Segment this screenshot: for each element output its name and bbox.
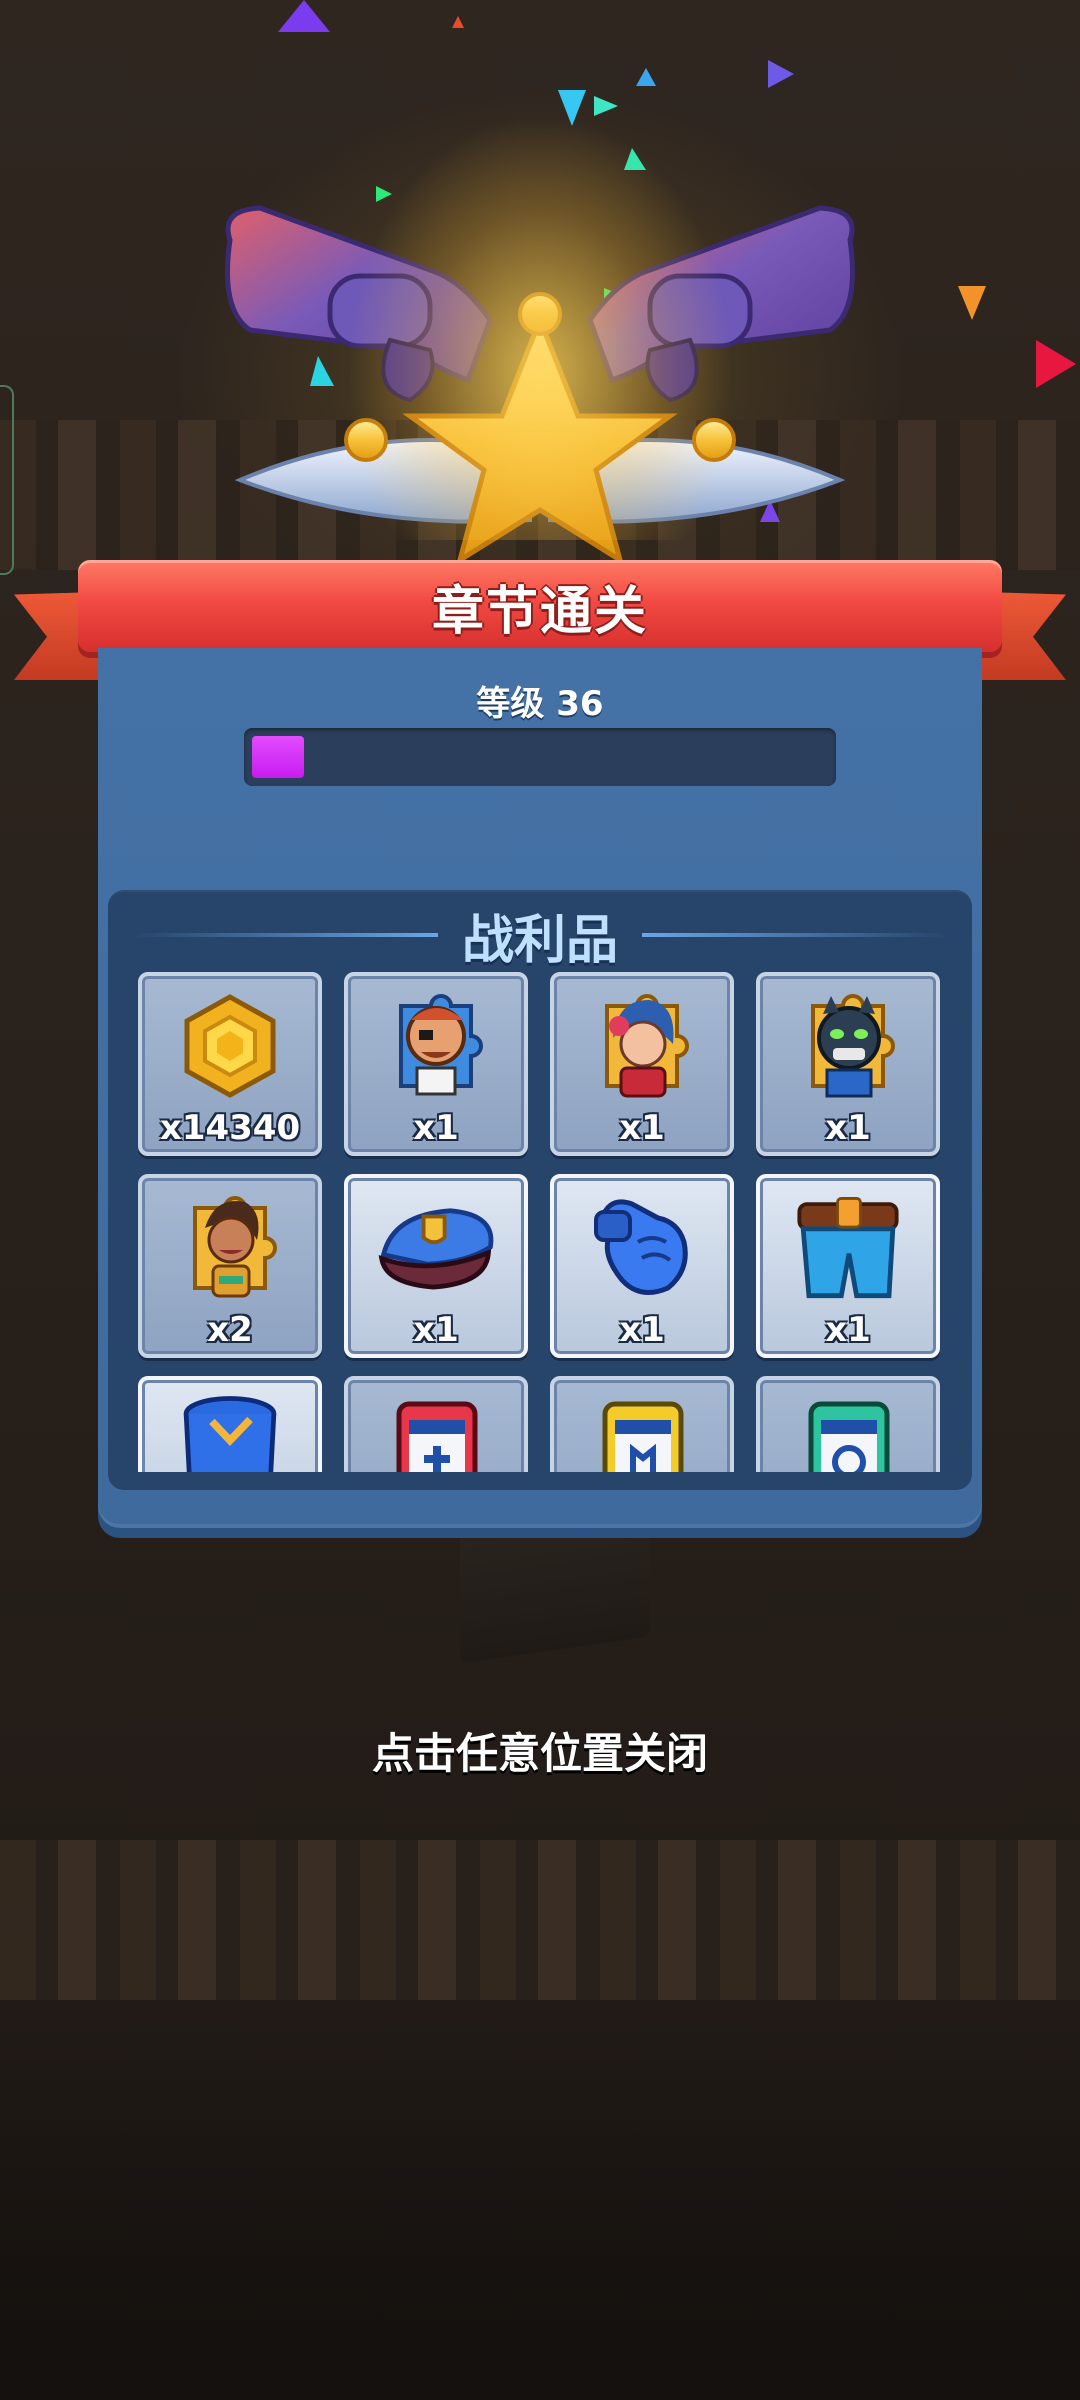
player-level-label: 等级 36 xyxy=(476,684,604,724)
confetti xyxy=(958,286,986,320)
loot-section: 战利品 x14340 x1 x1 x1 x2 x1 x1 x1 xyxy=(108,890,972,1490)
confetti xyxy=(594,96,618,116)
loot-title: 战利品 xyxy=(462,910,619,971)
blue-glove-icon xyxy=(580,1188,704,1308)
loot-item-tile[interactable]: x2 xyxy=(138,1174,322,1358)
loot-item-tile[interactable]: x14340 xyxy=(138,972,322,1156)
loot-item-tile[interactable]: x1 xyxy=(344,972,528,1156)
green-card-icon xyxy=(786,1390,910,1472)
hero-puzzle-panther-icon xyxy=(786,986,910,1106)
confetti xyxy=(1036,340,1076,388)
loot-item-quantity: x1 xyxy=(619,1108,665,1148)
loot-item-quantity: x1 xyxy=(825,1108,871,1148)
confetti xyxy=(278,0,330,32)
background-floor xyxy=(0,2040,1080,2400)
chapter-clear-title: 章节通关 xyxy=(431,581,648,642)
pants-icon xyxy=(786,1188,910,1308)
results-panel: 等级 36 战利品 x14340 x1 x1 x1 x2 x1 x1 x1 xyxy=(98,648,982,1528)
loot-item-quantity: x1 xyxy=(413,1108,459,1148)
emblem-glow xyxy=(350,120,730,540)
confetti xyxy=(768,60,794,88)
tap-to-close-hint[interactable]: 点击任意位置关闭 xyxy=(0,1720,1080,1781)
confetti xyxy=(636,68,656,86)
chapter-clear-banner: 章节通关 xyxy=(78,560,1002,652)
confetti xyxy=(452,16,464,28)
loot-item-tile[interactable]: x1 xyxy=(550,1174,734,1358)
loot-item-tile[interactable]: x1 xyxy=(756,1174,940,1358)
red-card-icon xyxy=(374,1390,498,1472)
loot-item-tile[interactable]: x1 xyxy=(756,972,940,1156)
loot-item-tile[interactable]: x1 xyxy=(550,972,734,1156)
loot-item-tile[interactable] xyxy=(138,1376,322,1472)
side-tab-outline xyxy=(0,385,14,575)
hero-puzzle-red-hair-icon xyxy=(580,986,704,1106)
yellow-card-icon xyxy=(580,1390,704,1472)
loot-item-quantity: x1 xyxy=(619,1310,665,1350)
loot-item-quantity: x14340 xyxy=(159,1108,301,1148)
loot-grid[interactable]: x14340 x1 x1 x1 x2 x1 x1 x1 xyxy=(138,972,942,1472)
loot-item-tile[interactable] xyxy=(550,1376,734,1472)
chapter-clear-emblem xyxy=(200,120,880,580)
hero-puzzle-pirate-icon xyxy=(374,986,498,1106)
loot-item-tile[interactable]: x1 xyxy=(344,1174,528,1358)
loot-item-quantity: x1 xyxy=(413,1310,459,1350)
hero-puzzle-warrior-icon xyxy=(168,1188,292,1308)
police-cap-icon xyxy=(374,1188,498,1308)
loot-item-tile[interactable] xyxy=(756,1376,940,1472)
xp-progress-fill xyxy=(252,736,304,778)
xp-progress-bar xyxy=(244,728,836,786)
background-rail xyxy=(0,1840,1080,2000)
blue-jar-icon xyxy=(168,1390,292,1472)
loot-divider-right xyxy=(642,933,949,937)
loot-item-tile[interactable] xyxy=(344,1376,528,1472)
gold-coin-icon xyxy=(168,986,292,1106)
loot-divider-left xyxy=(132,933,438,937)
loot-header: 战利品 xyxy=(108,900,972,971)
loot-item-quantity: x1 xyxy=(825,1310,871,1350)
loot-item-quantity: x2 xyxy=(207,1310,253,1350)
